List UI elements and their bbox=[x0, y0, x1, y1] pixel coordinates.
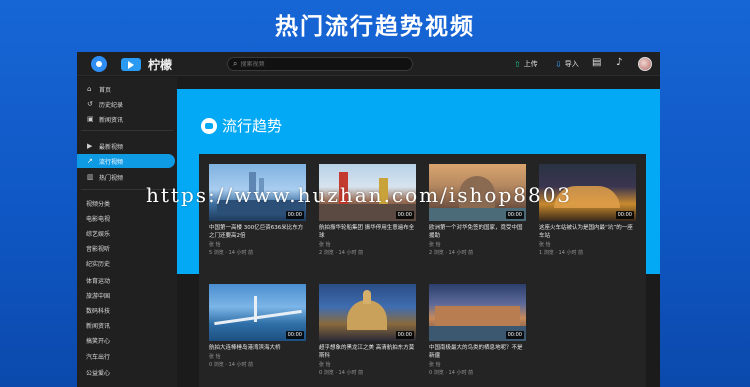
sidebar-category[interactable]: 汽车出行 bbox=[77, 349, 175, 363]
video-thumbnail[interactable]: 00:00 bbox=[539, 164, 636, 221]
sidebar-item-label: 最新视频 bbox=[99, 143, 124, 151]
video-meta: 2 浏览 · 14 小时 前 bbox=[319, 250, 364, 256]
duration-badge: 00:00 bbox=[505, 211, 524, 219]
messages-icon[interactable]: ▤ bbox=[592, 57, 601, 68]
sidebar: ⌂ 首页 ↺ 历史纪录 ▣ 新闻资讯 ▶ 最新视频 ↗ 流行视频 ▥ 热门视频 … bbox=[77, 77, 177, 387]
duration-badge: 00:00 bbox=[285, 211, 304, 219]
history-icon: ↺ bbox=[87, 100, 93, 108]
upload-label: 上传 bbox=[523, 60, 538, 68]
video-meta: 5 浏览 · 14 小时 前 bbox=[209, 250, 254, 256]
sidebar-divider bbox=[81, 130, 173, 131]
sidebar-item-label: 历史纪录 bbox=[99, 101, 124, 109]
brand-name[interactable]: 柠檬 bbox=[148, 56, 172, 73]
hero-title: 流行趋势 bbox=[201, 115, 282, 136]
sidebar-category[interactable]: 纪实历史 bbox=[77, 256, 175, 270]
top-bar: 柠檬 ⌕ ⇧ 上传 ⇩ 导入 ▤ ♪ bbox=[77, 52, 660, 76]
sidebar-item-label: 热门视频 bbox=[99, 174, 124, 182]
video-card[interactable]: 00:00 超乎想象的黑龙江之美 高清航拍东方莫斯科 张 怡 0 浏览 · 14… bbox=[319, 284, 416, 376]
video-title[interactable]: 航拍振华轮船集团 振华停用生意遍布全球 bbox=[319, 224, 416, 240]
sidebar-item-history[interactable]: ↺ 历史纪录 bbox=[77, 97, 175, 111]
banner-title: 热门流行趋势视频 bbox=[275, 14, 475, 40]
import-icon: ⇩ bbox=[555, 59, 562, 69]
sidebar-item-news[interactable]: ▣ 新闻资讯 bbox=[77, 112, 175, 126]
sidebar-item-label: 新闻资讯 bbox=[99, 116, 124, 124]
sidebar-item-hot-videos[interactable]: ▥ 热门视频 bbox=[77, 170, 175, 184]
home-icon: ⌂ bbox=[87, 85, 92, 93]
video-title[interactable]: 欧洲第一个对华免签的国家，竟受中国援助 bbox=[429, 224, 526, 240]
video-thumbnail[interactable]: 00:00 bbox=[319, 164, 416, 221]
trending-icon: ↗ bbox=[87, 157, 93, 165]
video-title[interactable]: 中国南极最大的鸟类的栖息地呢？不是新疆 bbox=[429, 344, 526, 360]
video-meta: 1 浏览 · 14 小时 前 bbox=[539, 250, 584, 256]
video-title[interactable]: 航拍大连棒棰岛港湾滨海大桥 bbox=[209, 344, 306, 352]
chart-icon: ▥ bbox=[87, 173, 94, 181]
sidebar-category[interactable]: 新闻资讯 bbox=[77, 318, 175, 332]
notification-bell-icon[interactable]: ♪ bbox=[616, 57, 622, 68]
video-thumbnail[interactable]: 00:00 bbox=[209, 284, 306, 341]
video-meta: 0 浏览 · 14 小时 前 bbox=[429, 370, 474, 376]
sidebar-category[interactable]: 综艺娱乐 bbox=[77, 226, 175, 240]
sidebar-item-latest-videos[interactable]: ▶ 最新视频 bbox=[77, 139, 175, 153]
duration-badge: 00:00 bbox=[395, 331, 414, 339]
duration-badge: 00:00 bbox=[615, 211, 634, 219]
video-card[interactable]: 00:00 航拍振华轮船集团 振华停用生意遍布全球 张 怡 2 浏览 · 14 … bbox=[319, 164, 416, 256]
video-meta: 0 浏览 · 14 小时 前 bbox=[209, 362, 254, 368]
app-window: 柠檬 ⌕ ⇧ 上传 ⇩ 导入 ▤ ♪ ⌂ 首页 ↺ 历史纪录 ▣ 新闻资讯 bbox=[77, 52, 660, 387]
video-camera-icon bbox=[201, 117, 217, 134]
play-logo-icon[interactable] bbox=[121, 58, 141, 71]
upload-button[interactable]: ⇧ 上传 bbox=[514, 59, 538, 69]
sidebar-item-label: 首页 bbox=[99, 86, 112, 94]
sidebar-category[interactable]: 音影视听 bbox=[77, 241, 175, 255]
search-input[interactable] bbox=[240, 60, 391, 68]
sidebar-category[interactable]: 公益爱心 bbox=[77, 365, 175, 379]
sidebar-category[interactable]: 体育运动 bbox=[77, 273, 175, 287]
avatar[interactable] bbox=[638, 57, 652, 71]
search-box[interactable]: ⌕ bbox=[227, 57, 413, 71]
video-meta: 0 浏览 · 14 小时 前 bbox=[319, 370, 364, 376]
video-title[interactable]: 这座火车站被认为是国内最“坑”的一座车站 bbox=[539, 224, 636, 240]
video-card[interactable]: 00:00 航拍大连棒棰岛港湾滨海大桥 张 怡 0 浏览 · 14 小时 前 bbox=[209, 284, 306, 368]
video-card[interactable]: 00:00 欧洲第一个对华免签的国家，竟受中国援助 张 怡 2 浏览 · 14 … bbox=[429, 164, 526, 256]
video-author[interactable]: 张 怡 bbox=[319, 241, 416, 248]
video-author[interactable]: 张 怡 bbox=[429, 241, 526, 248]
sidebar-category[interactable]: 旅游中国 bbox=[77, 288, 175, 302]
sidebar-item-trending-videos[interactable]: ↗ 流行视频 bbox=[77, 154, 175, 168]
video-author[interactable]: 张 怡 bbox=[319, 361, 416, 368]
video-thumbnail[interactable]: 00:00 bbox=[429, 164, 526, 221]
video-grid: 00:00 中国第一高楼 300亿巨资636米比东方之门还要高2倍 张 怡 5 … bbox=[199, 154, 646, 387]
news-icon: ▣ bbox=[87, 115, 94, 123]
video-title[interactable]: 超乎想象的黑龙江之美 高清航拍东方莫斯科 bbox=[319, 344, 416, 360]
video-card[interactable]: 00:00 这座火车站被认为是国内最“坑”的一座车站 张 怡 1 浏览 · 14… bbox=[539, 164, 636, 256]
video-thumbnail[interactable]: 00:00 bbox=[429, 284, 526, 341]
sidebar-category[interactable]: 搞笑开心 bbox=[77, 333, 175, 347]
upload-icon: ⇧ bbox=[514, 59, 521, 69]
video-author[interactable]: 张 怡 bbox=[539, 241, 636, 248]
sidebar-category[interactable]: 电影电视 bbox=[77, 211, 175, 225]
bulb-icon[interactable] bbox=[91, 56, 107, 72]
video-author[interactable]: 张 怡 bbox=[209, 241, 306, 248]
import-button[interactable]: ⇩ 导入 bbox=[555, 59, 579, 69]
video-card[interactable]: 00:00 中国第一高楼 300亿巨资636米比东方之门还要高2倍 张 怡 5 … bbox=[209, 164, 306, 256]
hero-title-text: 流行趋势 bbox=[222, 117, 283, 135]
duration-badge: 00:00 bbox=[505, 331, 524, 339]
video-thumbnail[interactable]: 00:00 bbox=[319, 284, 416, 341]
duration-badge: 00:00 bbox=[285, 331, 304, 339]
sidebar-category-header: 视频分类 bbox=[86, 200, 111, 208]
main-content: 流行趋势 00:00 中国第一高楼 300亿巨资636米比东方之门还要高2倍 张… bbox=[177, 77, 660, 387]
sidebar-item-label: 流行视频 bbox=[99, 158, 124, 166]
video-author[interactable]: 张 怡 bbox=[429, 361, 526, 368]
video-meta: 2 浏览 · 14 小时 前 bbox=[429, 250, 474, 256]
video-thumbnail[interactable]: 00:00 bbox=[209, 164, 306, 221]
sidebar-item-home[interactable]: ⌂ 首页 bbox=[77, 82, 175, 96]
sidebar-divider bbox=[81, 189, 173, 190]
duration-badge: 00:00 bbox=[395, 211, 414, 219]
search-icon: ⌕ bbox=[233, 59, 238, 68]
sidebar-category[interactable]: 数码科技 bbox=[77, 303, 175, 317]
import-label: 导入 bbox=[564, 60, 579, 68]
video-icon: ▶ bbox=[87, 142, 93, 150]
video-title[interactable]: 中国第一高楼 300亿巨资636米比东方之门还要高2倍 bbox=[209, 224, 306, 240]
video-author[interactable]: 张 怡 bbox=[209, 353, 306, 360]
video-card[interactable]: 00:00 中国南极最大的鸟类的栖息地呢？不是新疆 张 怡 0 浏览 · 14 … bbox=[429, 284, 526, 376]
